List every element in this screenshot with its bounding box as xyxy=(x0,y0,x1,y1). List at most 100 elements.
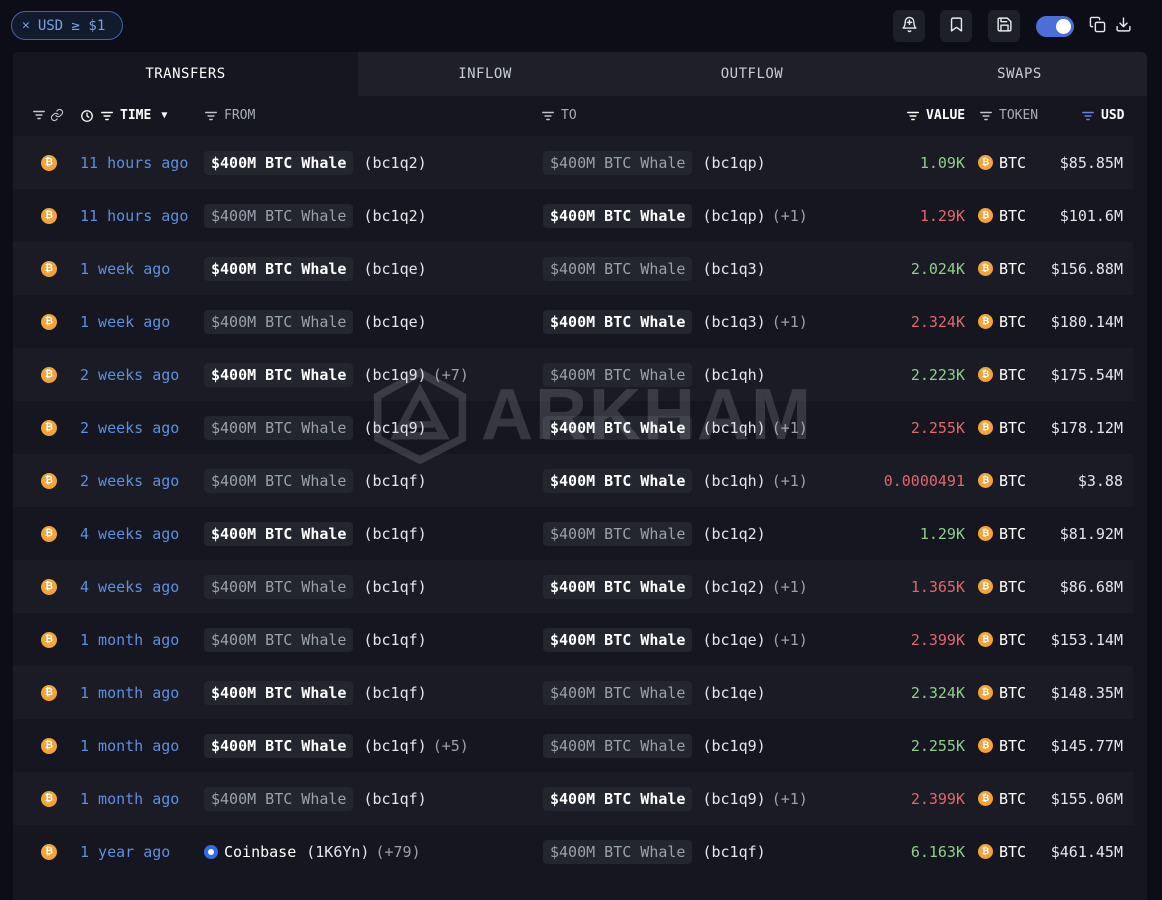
to-entity[interactable]: $400M BTC Whale (bc1qh) (+1) xyxy=(543,415,808,440)
to-entity[interactable]: $400M BTC Whale (bc1qh) (+1) xyxy=(543,468,808,493)
tab-transfers[interactable]: TRANSFERS xyxy=(13,52,358,96)
to-entity-name[interactable]: $400M BTC Whale xyxy=(543,256,693,281)
view-toggle[interactable] xyxy=(1036,16,1074,37)
from-address[interactable]: (bc1qf) xyxy=(363,684,426,702)
to-entity[interactable]: $400M BTC Whale (bc1qe) xyxy=(543,680,772,705)
row-token[interactable]: ₿ BTC xyxy=(978,313,1026,331)
header-usd[interactable]: USD xyxy=(1081,108,1124,123)
filter-icon[interactable] xyxy=(979,109,993,123)
row-token[interactable]: ₿ BTC xyxy=(978,525,1026,543)
to-extra-count[interactable]: (+1) xyxy=(772,631,808,649)
save-button[interactable] xyxy=(988,10,1020,42)
to-extra-count[interactable]: (+1) xyxy=(772,472,808,490)
from-address[interactable]: (bc1qe) xyxy=(363,260,426,278)
to-address[interactable]: (bc1qf) xyxy=(702,843,765,861)
row-time-link[interactable]: 1 week ago xyxy=(80,260,170,278)
to-address[interactable]: (bc1q2) xyxy=(702,578,765,596)
filter-icon[interactable] xyxy=(32,108,46,122)
to-entity[interactable]: $400M BTC Whale (bc1q3) (+1) xyxy=(543,309,808,334)
table-row[interactable]: ₿ 4 weeks ago $400M BTC Whale (bc1qf) $4… xyxy=(13,560,1133,613)
table-row[interactable]: ₿ 11 hours ago $400M BTC Whale (bc1q2) $… xyxy=(13,189,1133,242)
from-entity-name[interactable]: $400M BTC Whale xyxy=(204,362,354,387)
row-time-link[interactable]: 1 week ago xyxy=(80,313,170,331)
from-entity-name[interactable]: $400M BTC Whale xyxy=(204,574,354,599)
from-entity-name[interactable]: $400M BTC Whale xyxy=(204,733,354,758)
from-entity-name[interactable]: $400M BTC Whale xyxy=(204,203,354,228)
from-entity[interactable]: $400M BTC Whale (bc1qf) xyxy=(204,521,433,546)
table-row[interactable]: ₿ 2 weeks ago $400M BTC Whale (bc1q9) $4… xyxy=(13,401,1133,454)
to-address[interactable]: (bc1q9) xyxy=(702,737,765,755)
download-button[interactable] xyxy=(1113,16,1133,36)
alert-button[interactable] xyxy=(893,10,925,42)
from-entity[interactable]: $400M BTC Whale (bc1q2) xyxy=(204,150,433,175)
from-entity-name[interactable]: $400M BTC Whale xyxy=(204,415,354,440)
row-time-link[interactable]: 1 month ago xyxy=(80,684,179,702)
from-address[interactable]: (bc1qf) xyxy=(363,790,426,808)
from-address[interactable]: (bc1qf) xyxy=(363,578,426,596)
table-row[interactable]: ₿ 2 weeks ago $400M BTC Whale (bc1qf) $4… xyxy=(13,454,1133,507)
to-address[interactable]: (bc1qh) xyxy=(702,366,765,384)
filter-icon[interactable] xyxy=(906,109,920,123)
row-time-link[interactable]: 11 hours ago xyxy=(80,207,188,225)
from-address[interactable]: (1K6Yn) xyxy=(306,843,369,861)
to-entity[interactable]: $400M BTC Whale (bc1q2) (+1) xyxy=(543,574,808,599)
from-entity-name[interactable]: $400M BTC Whale xyxy=(204,627,354,652)
to-entity[interactable]: $400M BTC Whale (bc1q9) (+1) xyxy=(543,786,808,811)
to-entity[interactable]: $400M BTC Whale (bc1q9) xyxy=(543,733,772,758)
to-address[interactable]: (bc1q9) xyxy=(702,790,765,808)
from-address[interactable]: (bc1qf) xyxy=(363,472,426,490)
filter-icon[interactable] xyxy=(541,109,555,123)
to-entity-name[interactable]: $400M BTC Whale xyxy=(543,468,693,493)
to-entity[interactable]: $400M BTC Whale (bc1qf) xyxy=(543,839,772,864)
header-value[interactable]: VALUE xyxy=(906,108,965,123)
from-entity-name[interactable]: $400M BTC Whale xyxy=(204,468,354,493)
table-row[interactable]: ₿ 1 week ago $400M BTC Whale (bc1qe) $40… xyxy=(13,295,1133,348)
from-entity-name[interactable]: Coinbase xyxy=(224,843,296,861)
from-entity-name[interactable]: $400M BTC Whale xyxy=(204,309,354,334)
usd-filter-chip[interactable]: ✕ USD ≥ $1 xyxy=(11,11,123,40)
close-icon[interactable]: ✕ xyxy=(22,18,30,33)
to-entity-name[interactable]: $400M BTC Whale xyxy=(543,415,693,440)
row-token[interactable]: ₿ BTC xyxy=(978,207,1026,225)
from-address[interactable]: (bc1qf) xyxy=(363,737,426,755)
row-token[interactable]: ₿ BTC xyxy=(978,366,1026,384)
from-entity-name[interactable]: $400M BTC Whale xyxy=(204,786,354,811)
row-time-link[interactable]: 2 weeks ago xyxy=(80,472,179,490)
tab-outflow[interactable]: OUTFLOW xyxy=(612,52,892,96)
row-token[interactable]: ₿ BTC xyxy=(978,154,1026,172)
from-entity[interactable]: $400M BTC Whale (bc1qf) xyxy=(204,627,433,652)
to-entity-name[interactable]: $400M BTC Whale xyxy=(543,362,693,387)
row-time-link[interactable]: 11 hours ago xyxy=(80,154,188,172)
to-extra-count[interactable]: (+1) xyxy=(772,790,808,808)
to-entity[interactable]: $400M BTC Whale (bc1q3) xyxy=(543,256,772,281)
row-token[interactable]: ₿ BTC xyxy=(978,419,1026,437)
from-extra-count[interactable]: (+79) xyxy=(375,843,420,861)
sort-desc-icon[interactable]: ▼ xyxy=(161,110,167,121)
table-row[interactable]: ₿ 2 weeks ago $400M BTC Whale (bc1q9) (+… xyxy=(13,348,1133,401)
to-extra-count[interactable]: (+1) xyxy=(772,313,808,331)
row-token[interactable]: ₿ BTC xyxy=(978,631,1026,649)
to-address[interactable]: (bc1qh) xyxy=(702,472,765,490)
from-entity[interactable]: $400M BTC Whale (bc1q9) (+7) xyxy=(204,362,469,387)
tab-inflow[interactable]: INFLOW xyxy=(358,52,612,96)
to-entity-name[interactable]: $400M BTC Whale xyxy=(543,839,693,864)
row-token[interactable]: ₿ BTC xyxy=(978,737,1026,755)
to-entity[interactable]: $400M BTC Whale (bc1qh) xyxy=(543,362,772,387)
to-address[interactable]: (bc1q2) xyxy=(702,525,765,543)
from-address[interactable]: (bc1q9) xyxy=(363,366,426,384)
table-row[interactable]: ₿ 1 month ago $400M BTC Whale (bc1qf) (+… xyxy=(13,719,1133,772)
to-entity-name[interactable]: $400M BTC Whale xyxy=(543,786,693,811)
table-row[interactable]: ₿ 4 weeks ago $400M BTC Whale (bc1qf) $4… xyxy=(13,507,1133,560)
row-token[interactable]: ₿ BTC xyxy=(978,578,1026,596)
header-from[interactable]: FROM xyxy=(204,108,255,123)
row-token[interactable]: ₿ BTC xyxy=(978,684,1026,702)
filter-icon[interactable] xyxy=(1081,109,1095,123)
to-address[interactable]: (bc1qe) xyxy=(702,631,765,649)
row-time-link[interactable]: 2 weeks ago xyxy=(80,366,179,384)
row-time-link[interactable]: 4 weeks ago xyxy=(80,578,179,596)
bookmark-button[interactable] xyxy=(940,10,972,42)
copy-button[interactable] xyxy=(1087,16,1107,36)
from-address[interactable]: (bc1q9) xyxy=(363,419,426,437)
to-address[interactable]: (bc1q3) xyxy=(702,313,765,331)
link-icon[interactable] xyxy=(50,108,64,122)
